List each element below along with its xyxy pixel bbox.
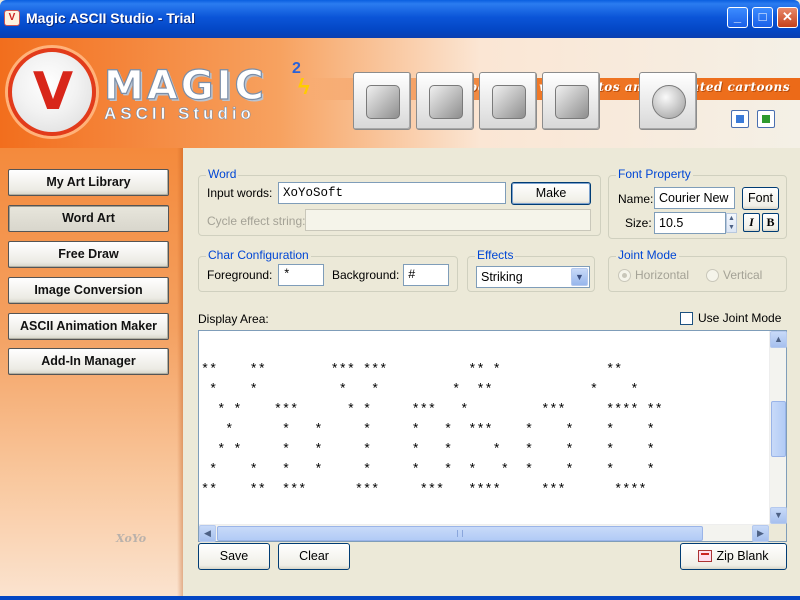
scroll-left-icon[interactable]: ◀ [199,525,216,542]
tools-tool-button[interactable] [542,72,600,130]
header-tagline: create beautiful web photos and animated… [418,80,790,94]
input-words-label: Input words: [207,186,273,200]
vertical-label: Vertical [723,268,763,282]
main-content: Word Input words: XoYoSoft Make Cycle ef… [183,148,800,596]
char-config-title: Char Configuration [206,248,311,262]
bold-button[interactable]: B [762,213,779,232]
vertical-radio[interactable] [706,269,719,282]
horizontal-label: Horizontal [635,268,690,282]
effects-selected: Striking [481,270,523,284]
chevron-down-icon[interactable]: ▼ [571,268,588,286]
scroll-down-icon[interactable]: ▼ [770,507,787,524]
sidebar: My Art Library Word Art Free Draw Image … [0,148,183,596]
folder-icon [429,85,463,119]
font-size-spinner[interactable]: ▲ ▼ [726,213,737,233]
word-group: Word Input words: XoYoSoft Make Cycle ef… [198,167,601,236]
globe-icon [652,85,686,119]
logo-v-mark: V [32,62,74,122]
cycle-effect-label: Cycle effect string: [207,214,306,228]
spin-up-icon[interactable]: ▲ [727,214,736,223]
sidebar-item-ascii-animation-maker[interactable]: ASCII Animation Maker [8,313,169,340]
image-icon [492,85,526,119]
font-property-title: Font Property [616,167,693,181]
logo-subtitle: ASCII Studio [104,104,255,124]
spin-down-icon[interactable]: ▼ [727,223,736,232]
sidebar-item-add-in-manager[interactable]: Add-In Manager [8,348,169,375]
effects-title: Effects [475,248,516,262]
input-words-field[interactable]: XoYoSoft [278,182,506,204]
display-area-label: Display Area: [198,312,269,326]
wizard-icon [366,85,400,119]
xoyo-logo-text: XoYo [116,532,147,545]
copy-icon[interactable] [731,110,749,128]
foreground-label: Foreground: [207,268,273,282]
horizontal-radio[interactable] [618,269,631,282]
vertical-scrollbar[interactable]: ▲ ▼ [769,331,787,524]
effects-group: Effects Striking ▼ [467,248,595,292]
window-title: Magic ASCII Studio - Trial [26,10,196,26]
scroll-up-icon[interactable]: ▲ [770,331,787,348]
ascii-art-output: ** ** *** *** ** * ** * * * * * ** * * *… [201,363,663,498]
display-area[interactable]: ** ** *** *** ** * ** * * * * * ** * * *… [198,330,787,542]
web-tool-button[interactable] [639,72,697,130]
wizard-tool-button[interactable] [353,72,411,130]
tools-icon [555,85,589,119]
horizontal-scrollbar[interactable]: ◀ ▶ [199,524,769,542]
sidebar-item-image-conversion[interactable]: Image Conversion [8,277,169,304]
title-bar: V Magic ASCII Studio - Trial _ □ ✕ [0,0,800,38]
cycle-effect-field[interactable] [305,209,591,231]
sidebar-item-word-art[interactable]: Word Art [8,205,169,232]
save-button[interactable]: Save [198,543,270,570]
use-joint-mode-label: Use Joint Mode [698,311,782,325]
scroll-grip-icon [457,530,463,537]
joint-mode-title: Joint Mode [616,248,679,262]
background-label: Background: [332,268,400,282]
horizontal-scroll-thumb[interactable] [217,526,703,541]
logo-bolt-icon: ϟ [298,74,310,99]
sidebar-item-free-draw[interactable]: Free Draw [8,241,169,268]
zip-blank-label: Zip Blank [716,549,769,563]
foreground-field[interactable]: * [278,264,324,286]
font-name-label: Name: [618,192,654,206]
font-property-group: Font Property Name: Courier New Font Siz… [608,167,787,239]
effects-select[interactable]: Striking ▼ [476,266,590,288]
use-joint-mode-checkbox[interactable] [680,312,693,325]
sidebar-item-my-art-library[interactable]: My Art Library [8,169,169,196]
scroll-right-icon[interactable]: ▶ [752,525,769,542]
zip-icon [698,550,713,562]
open-tool-button[interactable] [416,72,474,130]
clear-button[interactable]: Clear [278,543,350,570]
font-size-field[interactable]: 10.5 [654,212,726,234]
minimize-button[interactable]: _ [727,7,748,28]
xoyo-logo: XoYo [116,526,146,547]
background-field[interactable]: # [403,264,449,286]
word-group-title: Word [206,167,239,181]
app-icon[interactable]: V [4,10,20,26]
char-config-group: Char Configuration Foreground: * Backgro… [198,248,458,292]
joint-mode-group: Joint Mode Horizontal Vertical [608,248,787,292]
font-name-field[interactable]: Courier New [654,187,735,209]
logo-wordmark: MAGIC [103,63,267,109]
image-tool-button[interactable] [479,72,537,130]
font-button[interactable]: Font [742,187,779,210]
vertical-scroll-thumb[interactable] [771,401,786,457]
close-button[interactable]: ✕ [777,7,798,28]
italic-button[interactable]: I [743,213,760,232]
scrollbar-corner [769,524,786,541]
window-bottom-border [0,596,800,600]
export-icon[interactable] [757,110,775,128]
zip-blank-button[interactable]: Zip Blank [680,543,787,570]
font-size-label: Size: [625,216,652,230]
maximize-button[interactable]: □ [752,7,773,28]
make-button[interactable]: Make [511,182,591,205]
